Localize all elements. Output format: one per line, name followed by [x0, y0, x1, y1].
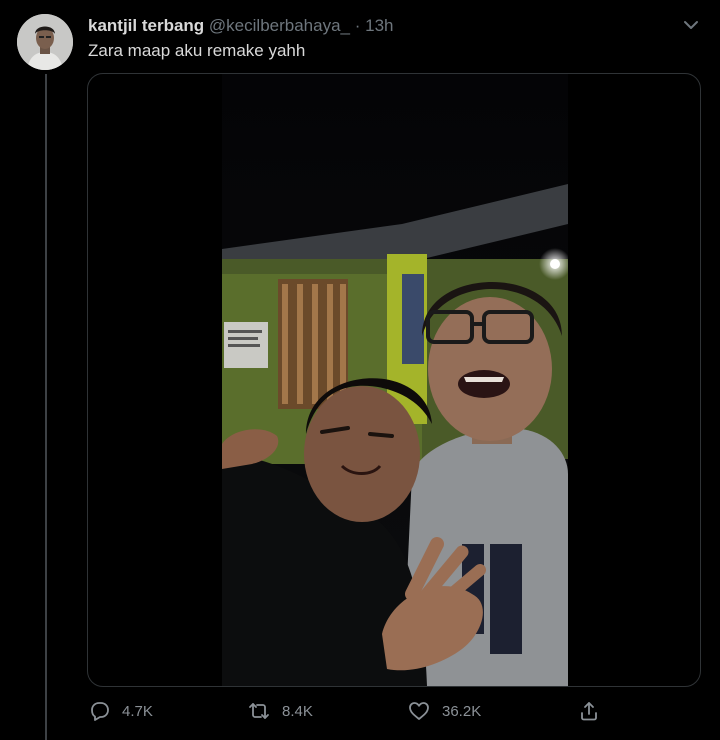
share-icon: [578, 700, 600, 722]
chevron-down-icon[interactable]: [680, 14, 702, 36]
heart-icon: [408, 700, 430, 722]
reply-count: 4.7K: [122, 702, 153, 720]
like-count: 36.2K: [442, 702, 482, 720]
reply-button[interactable]: 4.7K: [88, 697, 153, 725]
share-button[interactable]: [578, 697, 600, 725]
retweet-icon: [248, 700, 270, 722]
avatar[interactable]: [17, 14, 73, 70]
thread-connector-line: [45, 74, 47, 740]
tweet-header: kantjil terbang @kecilberbahaya_ · 13h: [88, 15, 394, 37]
retweet-count: 8.4K: [282, 702, 313, 720]
reply-icon: [88, 700, 110, 722]
like-button[interactable]: 36.2K: [408, 697, 481, 725]
separator-dot: ·: [354, 16, 361, 35]
author-name[interactable]: kantjil terbang: [88, 16, 204, 35]
media-card[interactable]: [87, 73, 701, 687]
tweet-timestamp[interactable]: 13h: [365, 16, 393, 35]
tweet-actions-bar: 4.7K 8.4K 36.2K: [88, 697, 608, 725]
author-handle[interactable]: @kecilberbahaya_: [209, 16, 350, 35]
video-thumbnail[interactable]: [222, 74, 568, 686]
tweet-text: Zara maap aku remake yahh: [88, 41, 306, 60]
retweet-button[interactable]: 8.4K: [248, 697, 313, 725]
